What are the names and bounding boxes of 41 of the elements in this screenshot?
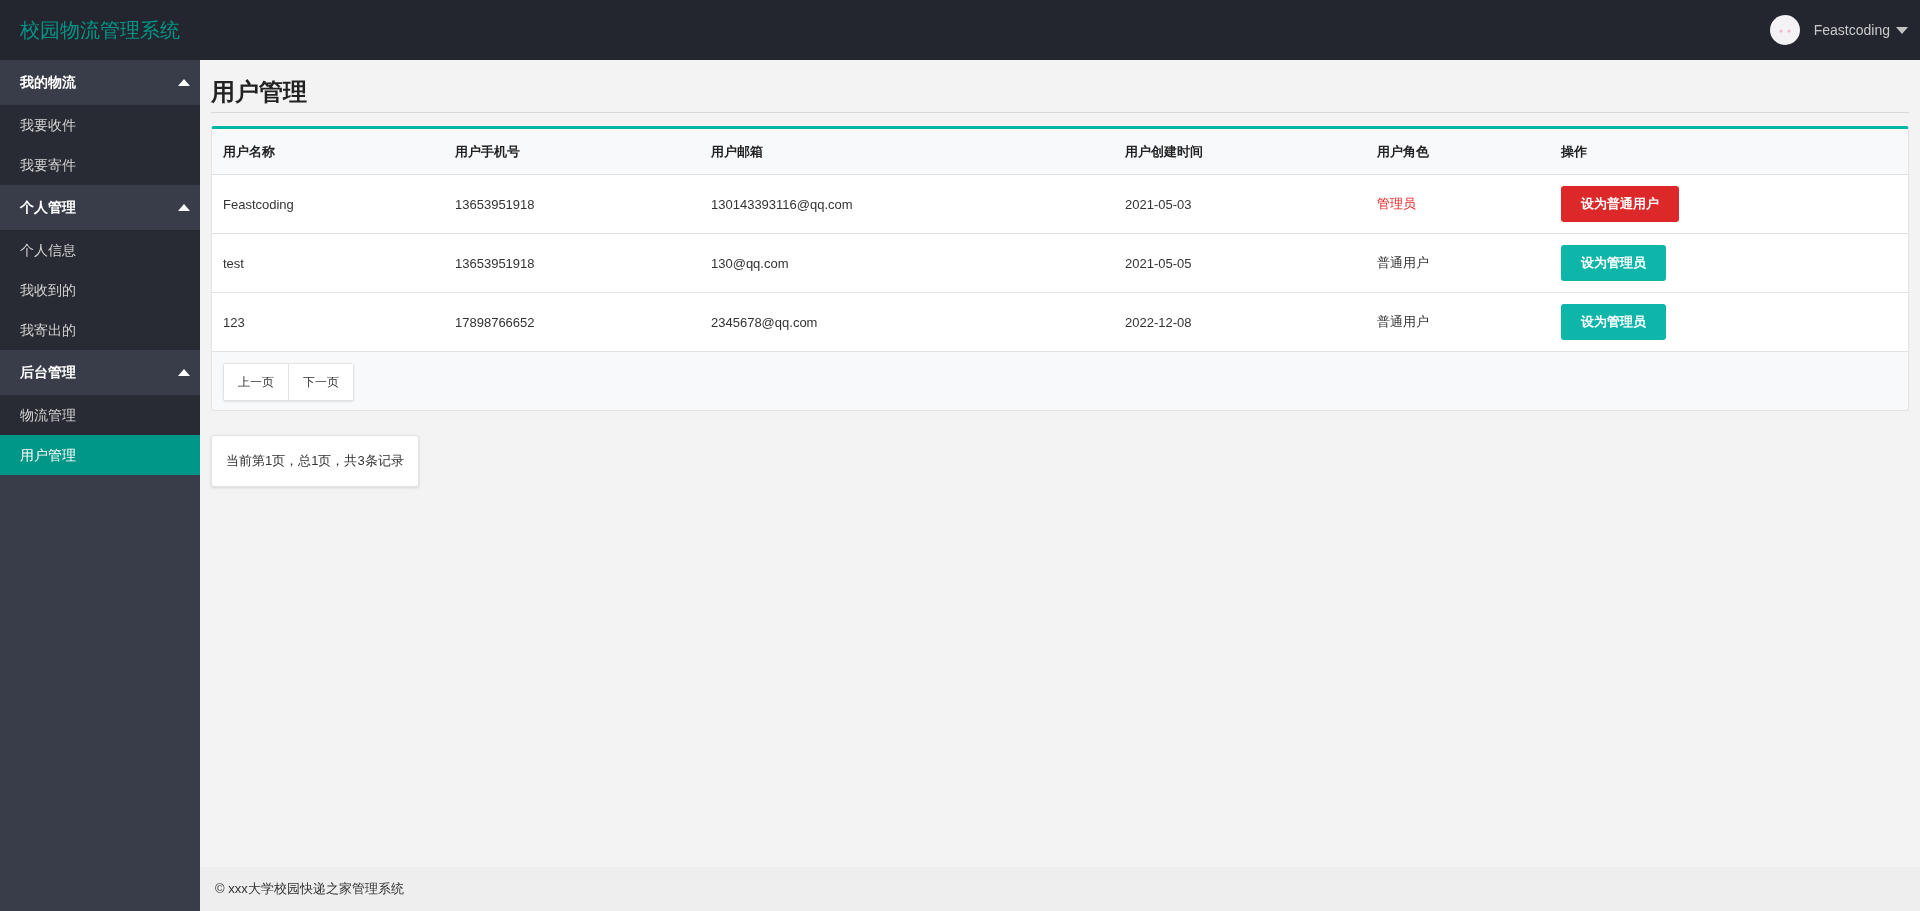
menu-item[interactable]: 用户管理	[0, 435, 200, 475]
column-header: 用户手机号	[455, 142, 521, 161]
table-cell-text: 17898766652	[455, 314, 536, 330]
avatar-icon[interactable]	[1769, 15, 1800, 45]
role-button[interactable]: 设为普通用户	[1561, 186, 1679, 222]
table-cell-text: 13653951918	[455, 255, 536, 271]
user-menu[interactable]: Feastcoding	[1813, 22, 1890, 38]
column-header: 用户角色	[1377, 142, 1430, 161]
caret-icon	[178, 79, 190, 86]
table-cell-text: 2022-12-08	[1125, 314, 1193, 330]
table-cell-text: test	[223, 255, 245, 271]
table-cell-text: 130@qq.com	[711, 255, 790, 271]
table-cell-text: 2021-05-05	[1125, 255, 1193, 271]
menu-item[interactable]: 我寄出的	[0, 310, 200, 350]
role-label: 管理员	[1377, 195, 1417, 213]
menu-item[interactable]: 物流管理	[0, 395, 200, 435]
page-title: 用户管理	[211, 70, 1909, 113]
table-cell-text: 2021-05-03	[1125, 196, 1193, 212]
role-label: 普通用户	[1377, 313, 1430, 331]
table-cell-text: 13653951918	[455, 196, 536, 212]
table-cell-text: Feastcoding	[223, 196, 295, 212]
table-cell-text: 2345678@qq.com	[711, 314, 819, 330]
table-cell-text: 130143393116@qq.com	[711, 196, 854, 212]
caret-icon[interactable]	[1896, 26, 1908, 34]
page-button[interactable]: 下一页	[288, 364, 353, 400]
caret-icon	[178, 369, 190, 376]
page-summary: 当前第1页，总1页，共3条记录	[211, 435, 419, 487]
menu-item[interactable]: 个人信息	[0, 230, 200, 270]
column-header: 操作	[1561, 142, 1588, 161]
column-header: 用户邮箱	[711, 142, 764, 161]
menu-item[interactable]: 我要收件	[0, 105, 200, 145]
table-cell-text: 123	[223, 314, 246, 330]
menu-item[interactable]: 我要寄件	[0, 145, 200, 185]
page-button[interactable]: 上一页	[224, 364, 288, 400]
menu-item[interactable]: 我收到的	[0, 270, 200, 310]
caret-icon	[178, 204, 190, 211]
app-logo[interactable]: 校园物流管理系统	[20, 16, 180, 44]
column-header: 用户名称	[223, 142, 276, 161]
role-label: 普通用户	[1377, 254, 1430, 272]
copyright-text: © xxx大学校园快递之家管理系统	[215, 880, 404, 898]
column-header: 用户创建时间	[1125, 142, 1204, 161]
